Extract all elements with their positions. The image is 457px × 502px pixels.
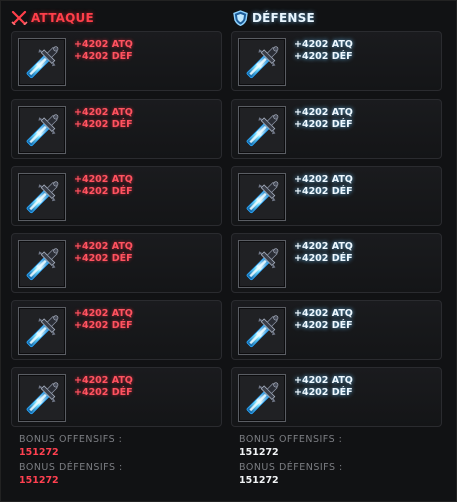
item-atq-stat: +4202 ATQ: [74, 308, 133, 319]
item-thumbnail: [238, 240, 286, 288]
item-atq-stat: +4202 ATQ: [74, 375, 133, 386]
glowing-sword-icon: [20, 40, 64, 84]
item-thumbnail: [238, 374, 286, 422]
glowing-sword-icon: [240, 309, 284, 353]
item-def-stat: +4202 DÉF: [294, 319, 353, 331]
attack-offense-bonus-value: 151272: [19, 447, 59, 458]
glowing-sword-icon: [20, 108, 64, 152]
item-def-stat: +4202 DÉF: [294, 185, 353, 197]
attack-header-label: ATTAQUE: [31, 11, 94, 25]
glowing-sword-icon: [240, 40, 284, 84]
attack-offense-bonus-label: BONUS OFFENSIFS :: [19, 434, 123, 445]
item-thumbnail: [18, 307, 66, 355]
defense-offense-bonus-value: 151272: [239, 447, 279, 458]
glowing-sword-icon: [240, 175, 284, 219]
item-thumbnail: [18, 240, 66, 288]
item-atq-stat: +4202 ATQ: [294, 107, 353, 118]
item-atq-stat: +4202 ATQ: [294, 375, 353, 386]
item-def-stat: +4202 DÉF: [294, 50, 353, 62]
item-thumbnail: [238, 307, 286, 355]
attack-defense-bonus-value: 151272: [19, 475, 59, 486]
attack-item-slot[interactable]: +4202 ATQ +4202 DÉF: [11, 233, 222, 293]
item-atq-stat: +4202 ATQ: [294, 174, 353, 185]
defense-item-slot[interactable]: +4202 ATQ +4202 DÉF: [231, 367, 442, 427]
defense-offense-bonus-label: BONUS OFFENSIFS :: [239, 434, 343, 445]
defense-item-slot[interactable]: +4202 ATQ +4202 DÉF: [231, 31, 442, 91]
item-atq-stat: +4202 ATQ: [74, 107, 133, 118]
defense-header: DÉFENSE: [232, 9, 315, 27]
item-thumbnail: [18, 38, 66, 86]
item-def-stat: +4202 DÉF: [294, 252, 353, 264]
equipment-panel: ATTAQUE DÉFENSE +4202 ATQ +4202 DÉF +4202…: [0, 0, 457, 502]
item-atq-stat: +4202 ATQ: [294, 39, 353, 50]
glowing-sword-icon: [20, 309, 64, 353]
item-thumbnail: [238, 173, 286, 221]
attack-header: ATTAQUE: [11, 9, 94, 27]
item-atq-stat: +4202 ATQ: [74, 174, 133, 185]
item-thumbnail: [18, 106, 66, 154]
item-thumbnail: [18, 173, 66, 221]
shield-icon: [233, 10, 248, 26]
attack-item-slot[interactable]: +4202 ATQ +4202 DÉF: [11, 367, 222, 427]
item-def-stat: +4202 DÉF: [74, 118, 133, 130]
attack-item-slot[interactable]: +4202 ATQ +4202 DÉF: [11, 166, 222, 226]
item-atq-stat: +4202 ATQ: [74, 39, 133, 50]
attack-item-slot[interactable]: +4202 ATQ +4202 DÉF: [11, 31, 222, 91]
item-def-stat: +4202 DÉF: [74, 386, 133, 398]
glowing-sword-icon: [240, 376, 284, 420]
defense-item-slot[interactable]: +4202 ATQ +4202 DÉF: [231, 300, 442, 360]
defense-item-slot[interactable]: +4202 ATQ +4202 DÉF: [231, 166, 442, 226]
defense-item-slot[interactable]: +4202 ATQ +4202 DÉF: [231, 99, 442, 159]
attack-item-slot[interactable]: +4202 ATQ +4202 DÉF: [11, 300, 222, 360]
item-def-stat: +4202 DÉF: [74, 50, 133, 62]
glowing-sword-icon: [240, 242, 284, 286]
item-atq-stat: +4202 ATQ: [74, 241, 133, 252]
item-def-stat: +4202 DÉF: [294, 118, 353, 130]
attack-item-slot[interactable]: +4202 ATQ +4202 DÉF: [11, 99, 222, 159]
item-atq-stat: +4202 ATQ: [294, 241, 353, 252]
item-thumbnail: [238, 106, 286, 154]
item-def-stat: +4202 DÉF: [74, 252, 133, 264]
defense-header-label: DÉFENSE: [252, 11, 315, 25]
item-thumbnail: [18, 374, 66, 422]
attack-defense-bonus-label: BONUS DÉFENSIFS :: [19, 462, 123, 473]
glowing-sword-icon: [20, 376, 64, 420]
defense-defense-bonus-label: BONUS DÉFENSIFS :: [239, 462, 343, 473]
item-def-stat: +4202 DÉF: [74, 319, 133, 331]
defense-defense-bonus-value: 151272: [239, 475, 279, 486]
item-def-stat: +4202 DÉF: [74, 185, 133, 197]
crossed-swords-icon: [11, 11, 28, 25]
item-atq-stat: +4202 ATQ: [294, 308, 353, 319]
item-def-stat: +4202 DÉF: [294, 386, 353, 398]
glowing-sword-icon: [240, 108, 284, 152]
item-thumbnail: [238, 38, 286, 86]
glowing-sword-icon: [20, 242, 64, 286]
defense-item-slot[interactable]: +4202 ATQ +4202 DÉF: [231, 233, 442, 293]
glowing-sword-icon: [20, 175, 64, 219]
